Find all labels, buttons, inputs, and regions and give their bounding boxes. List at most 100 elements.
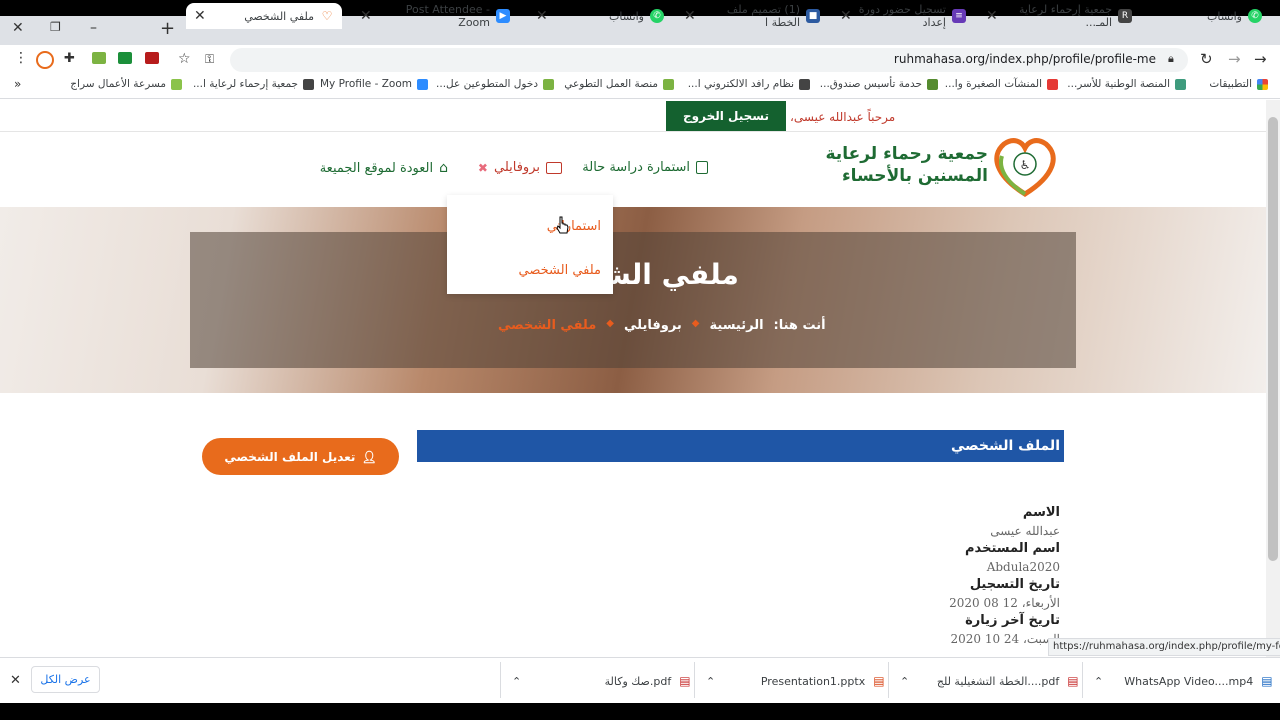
download-item[interactable]: ⌃ الخطة التشغيلية للج....pdf ▤ (900, 674, 1079, 688)
download-item[interactable]: ⌃ Presentation1.pptx ▤ (706, 674, 885, 688)
heart-logo-icon: ♡ (320, 9, 334, 23)
close-window-icon[interactable]: ✕ (12, 20, 24, 36)
last-visit-value: السبت، 24 10 2020 (950, 632, 1060, 646)
forward-icon[interactable]: → (1228, 50, 1241, 68)
tab-title: جمعية إرحماء لرعاية المـ... (1018, 3, 1112, 29)
close-tab-icon[interactable]: ✕ (194, 8, 206, 24)
edit-profile-button[interactable]: 👤︎ تعديل الملف الشخصي (202, 438, 399, 475)
extensions-icon[interactable]: ✚ (64, 51, 75, 66)
logout-button[interactable]: تسجيل الخروج (666, 101, 786, 131)
pptx-file-icon: ▤ (873, 674, 885, 688)
bookmark-icon (543, 78, 554, 90)
tab-zoom[interactable]: ▶ Post Attendee - Zoom ✕ (352, 3, 518, 29)
close-tab-icon[interactable]: ✕ (840, 8, 852, 24)
bookmark-item[interactable]: حدمة تأسيس صندوق... (820, 78, 938, 90)
r-logo-icon: R (1118, 9, 1132, 23)
palm-icon (927, 78, 938, 90)
close-tab-icon[interactable]: ✕ (536, 8, 548, 24)
download-item[interactable]: ⌃ WhatsApp Video....mp4 ▤ (1094, 674, 1273, 688)
panel-title: الملف الشخصي (950, 438, 1060, 454)
new-tab-icon[interactable]: + (160, 18, 175, 39)
download-item[interactable]: ⌃ صك وكالة.pdf ▤ (512, 674, 691, 688)
bookmarks-more-icon[interactable]: » (14, 77, 21, 91)
bookmark-apps[interactable]: التطبيقات (1209, 78, 1268, 90)
id-card-icon (546, 161, 562, 174)
reload-icon[interactable]: ↻ (1200, 50, 1213, 68)
profile-avatar-icon[interactable] (36, 51, 54, 69)
logo-text-line1: جمعية رحماء لرعاية (825, 144, 989, 164)
breadcrumb-home[interactable]: الرئيسية (710, 318, 764, 333)
calendar-icon (696, 161, 708, 174)
close-tab-icon[interactable]: ✕ (360, 8, 372, 24)
divider (888, 662, 889, 698)
video-file-icon: ▤ (1261, 674, 1273, 688)
scrollbar-thumb[interactable] (1268, 117, 1278, 561)
back-icon[interactable]: → (1254, 50, 1267, 68)
whatsapp-icon: ✆ (1248, 9, 1262, 23)
last-visit-label: تاريخ آخر زيارة (965, 613, 1060, 628)
registration-date-label: تاريخ التسجيل (969, 577, 1060, 592)
bookmark-icon (663, 78, 674, 90)
divider (694, 662, 695, 698)
menu-dots-icon[interactable]: ⋮ (14, 50, 28, 66)
pdf-extension-icon[interactable] (145, 52, 159, 64)
tab-title: (1) تصميم ملف الخطة ا (726, 3, 800, 29)
zoom-icon (417, 78, 428, 90)
breadcrumb-profile[interactable]: بروفايلي (624, 318, 682, 333)
url-text[interactable]: ruhmahasa.org/index.php/profile/profile-… (894, 52, 1156, 66)
header-divider (0, 131, 1266, 132)
bookmark-icon (171, 78, 182, 90)
bookmark-item[interactable]: المنشآت الصغيرة وا... (945, 78, 1058, 90)
home-icon: ⌂ (439, 160, 448, 176)
minimize-window-icon[interactable]: – (90, 20, 97, 36)
nav-case-form[interactable]: استمارة دراسة حالة (582, 160, 708, 175)
chevron-up-icon[interactable]: ⌃ (1094, 675, 1103, 688)
bookmark-item[interactable]: منصة العمل التطوعي (564, 78, 674, 90)
close-tab-icon[interactable]: ✕ (684, 8, 696, 24)
breadcrumb: أنت هنا: الرئيسية ◆ بروفايلي ◆ ملفي الشخ… (498, 318, 826, 333)
tab-title: Post Attendee - Zoom (405, 3, 490, 29)
bookmark-item[interactable]: دخول المتطوعين عل... (436, 78, 554, 90)
tab-association[interactable]: R جمعية إرحماء لرعاية المـ... ✕ (978, 3, 1140, 29)
chevron-up-icon[interactable]: ⌃ (706, 675, 715, 688)
app-icon: ■ (806, 9, 820, 23)
tab-design[interactable]: ■ (1) تصميم ملف الخطة ا ✕ (676, 3, 828, 29)
tab-attendance[interactable]: ≡ تسجيل حضور دورة إعداد ✕ (832, 3, 974, 29)
lock-icon[interactable]: 🔒︎ (1168, 52, 1174, 66)
restore-window-icon[interactable]: ❐ (50, 20, 61, 34)
pdf-file-icon: ▤ (1067, 674, 1079, 688)
bookmark-item[interactable]: المنصة الوطنية للأسر... (1067, 78, 1186, 90)
show-all-downloads-button[interactable]: عرض الكل (31, 666, 100, 693)
bookmark-item[interactable]: My Profile - Zoom (320, 78, 428, 90)
dropdown-item-my-forms[interactable]: استماراتي (547, 219, 601, 234)
username-label: اسم المستخدم (965, 541, 1060, 556)
tab-whatsapp[interactable]: ✆ واتساب ✕ (528, 3, 672, 29)
nav-profile[interactable]: بروفايلي ✖ (478, 160, 562, 175)
dropdown-item-my-profile[interactable]: ملفي الشخصي (519, 263, 601, 278)
username-value: Abdula2020 (986, 560, 1060, 574)
bookmark-item[interactable]: مسرعة الأعمال سراج (70, 78, 182, 90)
bookmark-star-icon[interactable]: ☆ (178, 51, 191, 67)
site-logo[interactable]: ♿ جمعية رحماء لرعاية المسنين بالأحساء (826, 136, 1060, 200)
forms-icon: ≡ (952, 9, 966, 23)
tab-whatsapp-2[interactable]: ✆ واتساب (1144, 3, 1270, 29)
breadcrumb-current: ملفي الشخصي (498, 318, 597, 333)
chevron-up-icon[interactable]: ⌃ (900, 675, 909, 688)
close-icon[interactable]: ✖ (478, 161, 488, 175)
close-downloads-icon[interactable]: ✕ (10, 673, 21, 688)
user-icon: 👤︎ (361, 449, 377, 464)
screen-bottom-bar (0, 703, 1280, 720)
password-key-icon[interactable]: ⚿ (205, 52, 214, 67)
wa-extension-icon[interactable] (118, 52, 132, 64)
nav-back-home[interactable]: ⌂ العودة لموقع الجميعة (320, 160, 448, 176)
extension-icon[interactable] (92, 52, 106, 64)
r-logo-icon (799, 78, 810, 90)
bookmark-icon (1047, 78, 1058, 90)
bookmark-item[interactable]: جمعية إرحماء لرعاية ا... (193, 78, 314, 90)
breadcrumb-separator-icon: ◆ (606, 318, 614, 329)
chevron-up-icon[interactable]: ⌃ (512, 675, 521, 688)
tab-profile[interactable]: ♡ ملفي الشخصي ✕ (186, 3, 342, 29)
bookmark-item[interactable]: نظام رافد الالكتروني ا... (688, 78, 810, 90)
close-tab-icon[interactable]: ✕ (986, 8, 998, 24)
pdf-file-icon: ▤ (679, 674, 691, 688)
